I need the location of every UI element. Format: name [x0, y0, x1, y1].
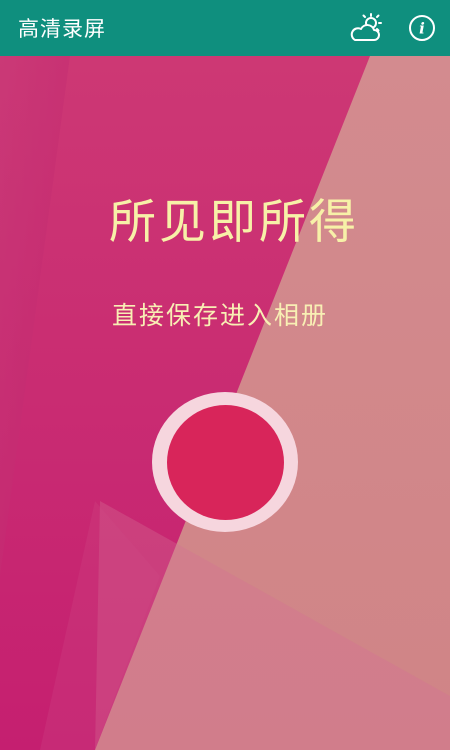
weather-icon — [350, 13, 382, 41]
record-icon — [166, 404, 284, 520]
svg-text:i: i — [419, 20, 425, 38]
record-button[interactable] — [152, 392, 298, 532]
app-title: 高清录屏 — [18, 17, 106, 41]
app-bar: 高清录屏 i — [0, 0, 450, 56]
subheadline: 直接保存进入相册 — [111, 301, 328, 330]
headline: 所见即所得 — [109, 195, 359, 250]
info-icon: i — [409, 15, 435, 41]
screen-recorder-app: 高清录屏 i 所见即所得 直接保存进入相册 — [0, 0, 450, 750]
info-button[interactable]: i — [402, 8, 442, 48]
weather-button[interactable] — [346, 8, 386, 48]
